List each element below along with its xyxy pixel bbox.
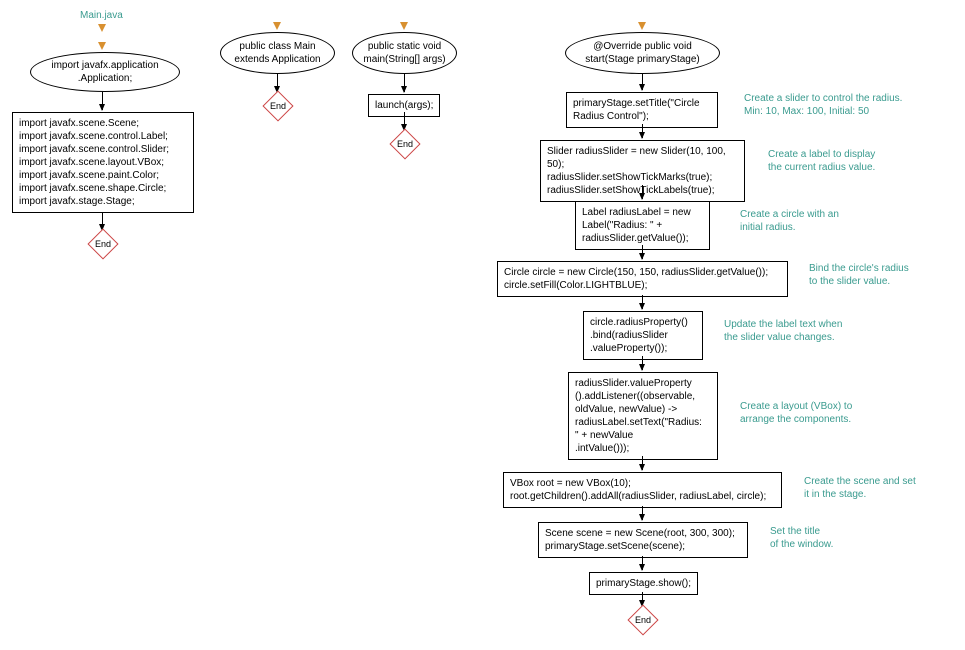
annotation-5: Create a layout (VBox) to arrange the co… xyxy=(740,400,852,426)
class-ellipse-text: public class Main extends Application xyxy=(234,40,320,66)
end-text-3: End xyxy=(397,139,413,149)
end-text-1: End xyxy=(95,239,111,249)
arrow-import-top xyxy=(98,42,106,50)
connect-start-2 xyxy=(642,185,643,199)
connect-start-7 xyxy=(642,506,643,520)
start-end: End xyxy=(629,606,657,634)
start-box-4: circle.radiusProperty() .bind(radiusSlid… xyxy=(583,311,703,360)
connect-start-8 xyxy=(642,556,643,570)
annotation-2: Create a circle with an initial radius. xyxy=(740,208,839,234)
start-ellipse: @Override public void start(Stage primar… xyxy=(565,32,720,74)
start-box-6: VBox root = new VBox(10); root.getChildr… xyxy=(503,472,782,508)
flowchart-container: Main.java import javafx.application .App… xyxy=(0,0,965,650)
arrow-main-top xyxy=(400,22,408,30)
main-end: End xyxy=(391,130,419,158)
arrow-title xyxy=(98,24,106,32)
connect-main-1 xyxy=(404,74,405,92)
start-box-0: primaryStage.setTitle("Circle Radius Con… xyxy=(566,92,718,128)
end-text-4: End xyxy=(635,615,651,625)
start-box-7: Scene scene = new Scene(root, 300, 300);… xyxy=(538,522,748,558)
start-box-3: Circle circle = new Circle(150, 150, rad… xyxy=(497,261,788,297)
import-ellipse: import javafx.application .Application; xyxy=(30,52,180,92)
arrow-class-top xyxy=(273,22,281,30)
annotation-6: Create the scene and set it in the stage… xyxy=(804,475,916,501)
end-text-2: End xyxy=(270,101,286,111)
main-ellipse-text: public static void main(String[] args) xyxy=(363,40,445,66)
import-end: End xyxy=(89,230,117,258)
import-ellipse-text: import javafx.application .Application; xyxy=(51,59,158,85)
main-ellipse: public static void main(String[] args) xyxy=(352,32,457,74)
start-box-8: primaryStage.show(); xyxy=(589,572,698,595)
annotation-7: Set the title of the window. xyxy=(770,525,833,551)
import-box: import javafx.scene.Scene; import javafx… xyxy=(12,112,194,213)
connect-start-1 xyxy=(642,124,643,138)
annotation-3: Bind the circle's radius to the slider v… xyxy=(809,262,909,288)
connect-start-6 xyxy=(642,456,643,470)
annotation-1: Create a label to display the current ra… xyxy=(768,148,875,174)
annotation-0: Create a slider to control the radius. M… xyxy=(744,92,902,118)
arrow-start-top xyxy=(638,22,646,30)
class-ellipse: public class Main extends Application xyxy=(220,32,335,74)
connect-import-1 xyxy=(102,92,103,110)
connect-start-0 xyxy=(642,74,643,90)
annotation-4: Update the label text when the slider va… xyxy=(724,318,842,344)
start-ellipse-text: @Override public void start(Stage primar… xyxy=(585,40,700,66)
start-box-5: radiusSlider.valueProperty ().addListene… xyxy=(568,372,718,460)
connect-start-4 xyxy=(642,295,643,309)
start-box-2: Label radiusLabel = new Label("Radius: "… xyxy=(575,201,710,250)
connect-start-3 xyxy=(642,245,643,259)
class-end: End xyxy=(264,92,292,120)
connect-start-5 xyxy=(642,356,643,370)
file-title: Main.java xyxy=(80,10,123,21)
